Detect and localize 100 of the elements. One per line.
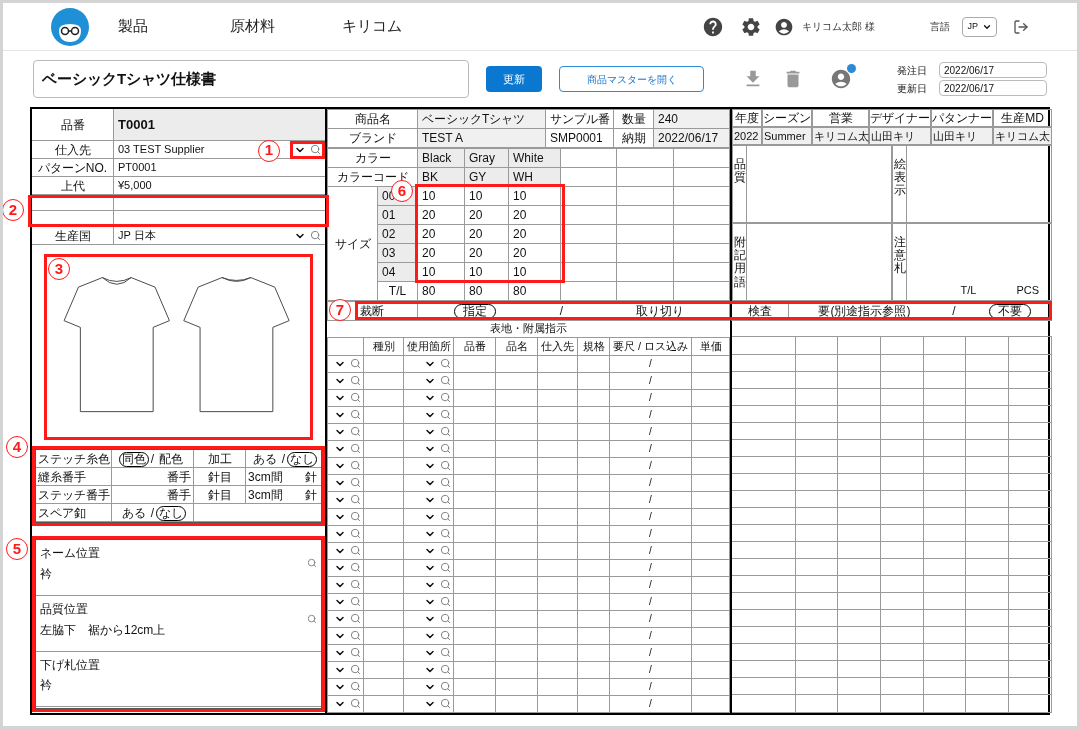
column-header: 規格 <box>577 337 610 355</box>
search-icon[interactable] <box>350 579 361 590</box>
search-icon[interactable] <box>350 460 361 471</box>
choice-option[interactable]: 取り切り <box>627 303 694 319</box>
search-icon[interactable] <box>440 647 451 658</box>
table-cell: / <box>609 491 692 508</box>
search-icon[interactable] <box>440 460 451 471</box>
position-label: ネーム位置 <box>40 545 100 562</box>
table-cell: / <box>609 678 692 695</box>
open-master-button[interactable]: 商品マスターを開く <box>559 66 704 92</box>
stitch-label: 針目 <box>194 486 246 504</box>
search-icon[interactable] <box>440 579 451 590</box>
search-icon[interactable] <box>440 545 451 556</box>
table-cell: Black <box>417 148 465 168</box>
choice-option[interactable]: ある <box>249 451 280 467</box>
table-cell: カラー <box>327 148 418 168</box>
search-icon[interactable] <box>350 613 361 624</box>
search-icon[interactable] <box>440 596 451 607</box>
search-icon[interactable] <box>307 613 317 624</box>
stitch-label: ステッチ番手 <box>36 486 112 504</box>
search-icon[interactable] <box>350 409 361 420</box>
search-icon[interactable] <box>440 426 451 437</box>
callout-number: 3 <box>48 258 70 280</box>
user-icon[interactable] <box>774 16 795 37</box>
table-cell: 納期 <box>613 128 654 148</box>
logo-icon[interactable] <box>51 7 89 46</box>
search-icon[interactable] <box>350 664 361 675</box>
field-value: T0001 <box>118 115 155 134</box>
search-icon[interactable] <box>310 230 321 241</box>
nav-link[interactable]: キリコム <box>342 15 454 38</box>
search-icon[interactable] <box>350 630 361 641</box>
choice-option[interactable]: 配色 <box>156 451 187 467</box>
language-select[interactable]: JP <box>962 16 997 37</box>
column-header: 単価 <box>691 337 730 355</box>
search-icon[interactable] <box>350 443 361 454</box>
separator-text: / <box>150 505 155 522</box>
search-icon[interactable] <box>350 545 361 556</box>
help-icon[interactable] <box>702 15 725 38</box>
table-cell: 山田キリ <box>869 127 931 145</box>
table-cell: / <box>609 525 692 542</box>
search-icon[interactable] <box>350 681 361 692</box>
search-icon[interactable] <box>440 358 451 369</box>
search-icon[interactable] <box>440 562 451 573</box>
title-field[interactable]: ベーシックTシャツ仕様書 <box>33 60 469 98</box>
search-icon[interactable] <box>440 613 451 624</box>
stitch-label: ステッチ糸色 <box>36 450 112 468</box>
search-icon[interactable] <box>440 630 451 641</box>
field-value: 03 TEST Supplier <box>118 142 205 158</box>
date-field[interactable]: 2022/06/17 <box>939 62 1047 78</box>
search-icon[interactable] <box>350 511 361 522</box>
search-icon[interactable] <box>440 443 451 454</box>
search-icon[interactable] <box>307 558 317 568</box>
search-icon[interactable] <box>440 698 451 709</box>
settings-icon[interactable] <box>740 15 763 38</box>
search-icon[interactable] <box>350 494 361 505</box>
table-cell: サンプル番 <box>545 109 614 129</box>
nav-link[interactable]: 製品 <box>118 15 230 38</box>
table-cell: SMP0001 <box>545 128 614 148</box>
table-cell: / <box>609 593 692 610</box>
search-icon[interactable] <box>440 409 451 420</box>
search-icon[interactable] <box>350 358 361 369</box>
table-cell: / <box>609 559 692 576</box>
nav-link[interactable]: 原材料 <box>230 15 342 38</box>
search-icon[interactable] <box>350 562 361 573</box>
search-icon[interactable] <box>440 392 451 403</box>
search-icon[interactable] <box>440 477 451 488</box>
table-cell: 20 <box>508 224 561 244</box>
field-value: PT0001 <box>118 160 157 176</box>
table-cell: サイズ <box>327 186 378 301</box>
table-cell: Summer <box>762 127 812 145</box>
search-icon[interactable] <box>440 528 451 539</box>
table-cell: ベーシックTシャツ <box>417 109 546 129</box>
stitch-unit: 針 <box>305 487 318 504</box>
search-icon[interactable] <box>350 426 361 437</box>
search-icon[interactable] <box>440 511 451 522</box>
search-icon[interactable] <box>350 392 361 403</box>
search-icon[interactable] <box>350 477 361 488</box>
note-unit: PCS <box>1016 282 1039 298</box>
row-label: 検査 <box>732 302 789 320</box>
separator-text: / <box>281 451 286 468</box>
date-label: 発注日 <box>897 63 927 78</box>
search-icon[interactable] <box>350 375 361 386</box>
logout-icon[interactable] <box>1013 18 1029 35</box>
table-cell: / <box>609 474 692 491</box>
search-icon[interactable] <box>440 494 451 505</box>
table-cell: 山田キリ <box>931 127 993 145</box>
search-icon[interactable] <box>350 528 361 539</box>
search-icon[interactable] <box>440 375 451 386</box>
section-title: 表地・附属指示 <box>327 320 730 337</box>
update-button[interactable]: 更新 <box>486 66 542 92</box>
search-icon[interactable] <box>350 596 361 607</box>
table-cell: 2022 <box>732 127 762 145</box>
table-cell: / <box>609 355 692 372</box>
search-icon[interactable] <box>440 664 451 675</box>
search-icon[interactable] <box>350 647 361 658</box>
search-icon[interactable] <box>350 698 361 709</box>
date-field[interactable]: 2022/06/17 <box>939 80 1047 96</box>
choice-option[interactable]: ある <box>118 505 149 521</box>
search-icon[interactable] <box>440 681 451 692</box>
search-icon[interactable] <box>310 144 321 155</box>
